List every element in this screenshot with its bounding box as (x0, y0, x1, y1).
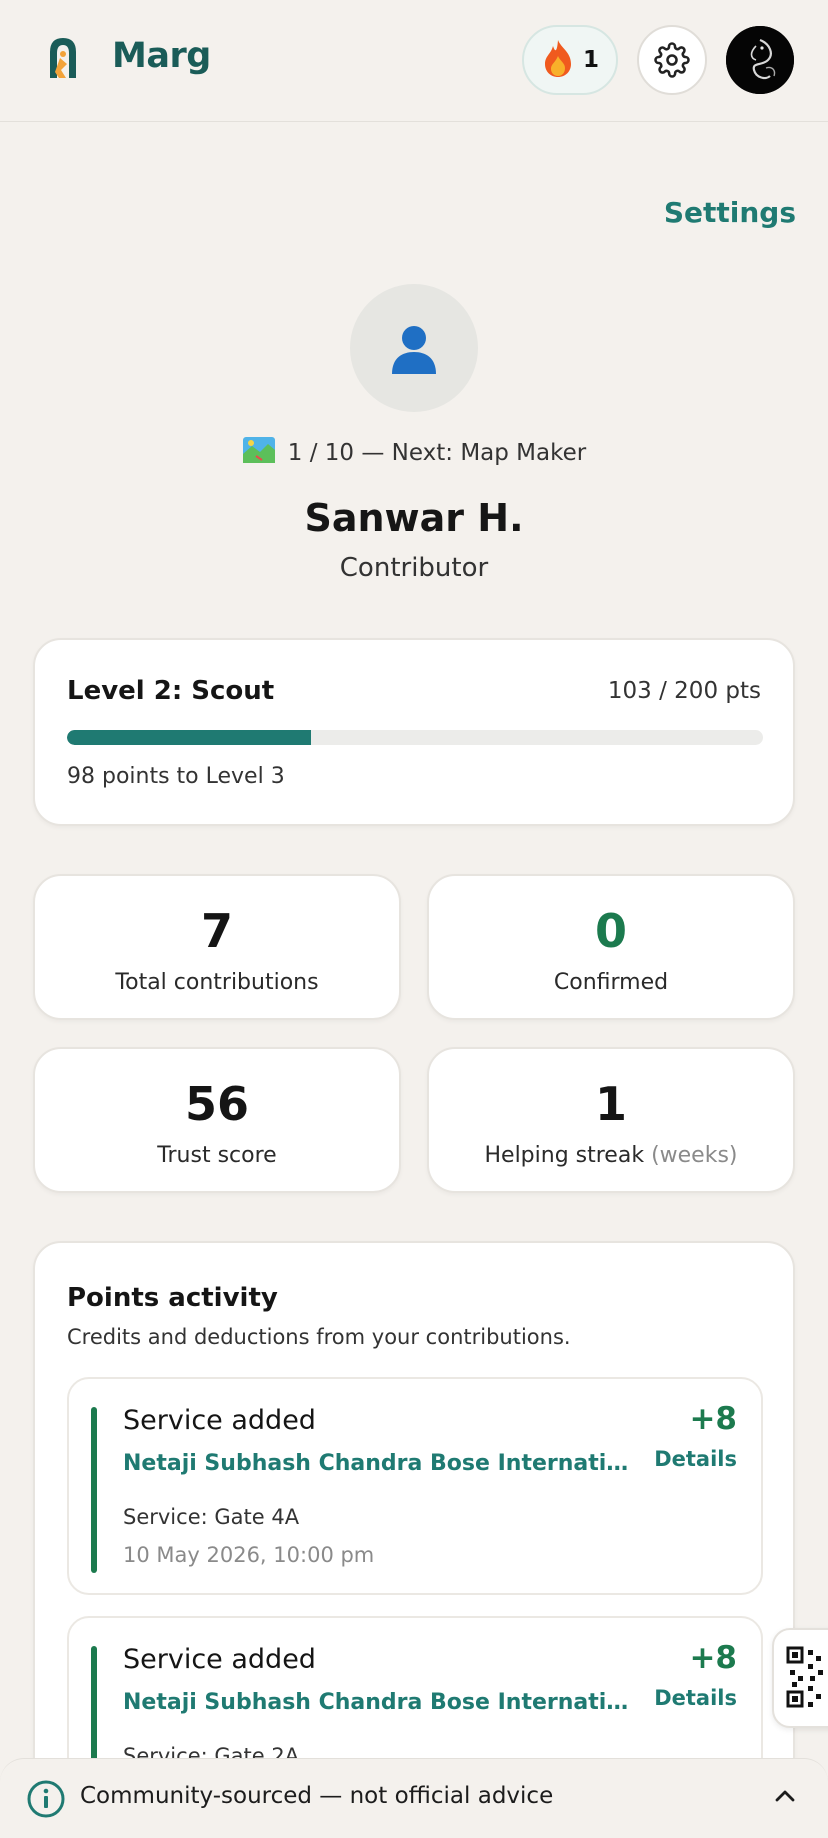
stat-value: 0 (594, 904, 627, 958)
person-icon (392, 326, 436, 374)
entry-points: +8 (689, 1401, 737, 1437)
settings-link[interactable]: Settings (664, 196, 796, 229)
stat-card-total-contributions: 7 Total contributions (33, 874, 401, 1020)
level-card: Level 2: Scout 103 / 200 pts 98 points t… (33, 638, 795, 826)
disclaimer-text: Community-sourced — not official advice (80, 1783, 554, 1809)
chevron-up-icon[interactable] (772, 1783, 798, 1809)
qr-code-button[interactable] (772, 1628, 828, 1728)
profile-avatar (350, 284, 478, 412)
qr-code-icon (786, 1646, 823, 1708)
activity-title: Points activity (67, 1283, 278, 1313)
stat-card-trust-score: 56 Trust score (33, 1047, 401, 1193)
user-name: Sanwar H. (304, 496, 524, 540)
info-icon (27, 1780, 65, 1818)
entry-accent-bar (91, 1407, 97, 1573)
entry-place-link[interactable]: Netaji Subhash Chandra Bose Internationa… (123, 1451, 643, 1476)
stat-value: 1 (594, 1077, 627, 1131)
entry-details-link[interactable]: Details (654, 1686, 737, 1710)
disclaimer-bar[interactable]: Community-sourced — not official advice (0, 1758, 828, 1838)
stat-label: Confirmed (553, 970, 669, 995)
user-role: Contributor (339, 553, 489, 583)
activity-entry: Service added Netaji Subhash Chandra Bos… (67, 1377, 763, 1595)
stat-value: 56 (184, 1077, 249, 1131)
gear-icon (654, 42, 690, 78)
entry-type: Service added (123, 1405, 316, 1436)
entry-date: 10 May 2026, 10:00 pm (123, 1543, 375, 1567)
entry-details-link[interactable]: Details (654, 1447, 737, 1471)
level-progress-fill (67, 730, 311, 745)
entry-place-link[interactable]: Netaji Subhash Chandra Bose Internationa… (123, 1690, 643, 1715)
settings-gear-button[interactable] (637, 25, 707, 95)
stat-value: 7 (200, 904, 233, 958)
rank-progress: 1 / 10 — Next: Map Maker (0, 436, 828, 470)
level-title: Level 2: Scout (67, 676, 275, 706)
user-avatar-icon (726, 26, 794, 94)
points-to-next-level: 98 points to Level 3 (67, 764, 285, 789)
entry-type: Service added (123, 1644, 316, 1675)
level-progress-bar (67, 730, 763, 745)
points-activity-card: Points activity Credits and deductions f… (33, 1241, 795, 1838)
entry-points: +8 (689, 1640, 737, 1676)
stat-label: Total contributions (115, 970, 319, 995)
stat-card-confirmed: 0 Confirmed (427, 874, 795, 1020)
stat-card-helping-streak: 1 Helping streak (weeks) (427, 1047, 795, 1193)
stat-label: Trust score (157, 1143, 277, 1168)
map-icon (242, 436, 276, 470)
marg-logo-icon[interactable] (32, 28, 94, 90)
user-avatar-button[interactable] (726, 26, 794, 94)
level-points: 103 / 200 pts (607, 678, 761, 704)
app-header: Marg 1 (0, 0, 828, 122)
app-title: Marg (112, 36, 211, 76)
streak-button[interactable]: 1 (522, 25, 618, 95)
stat-label-suffix: (weeks) (651, 1143, 738, 1168)
stat-label: Helping streak (weeks) (429, 1143, 793, 1168)
stat-label-text: Helping streak (484, 1143, 645, 1168)
entry-service: Service: Gate 4A (123, 1505, 300, 1529)
activity-subtitle: Credits and deductions from your contrib… (67, 1325, 571, 1349)
streak-count: 1 (582, 47, 599, 73)
fire-icon (541, 38, 575, 82)
rank-progress-text: 1 / 10 — Next: Map Maker (287, 440, 587, 466)
